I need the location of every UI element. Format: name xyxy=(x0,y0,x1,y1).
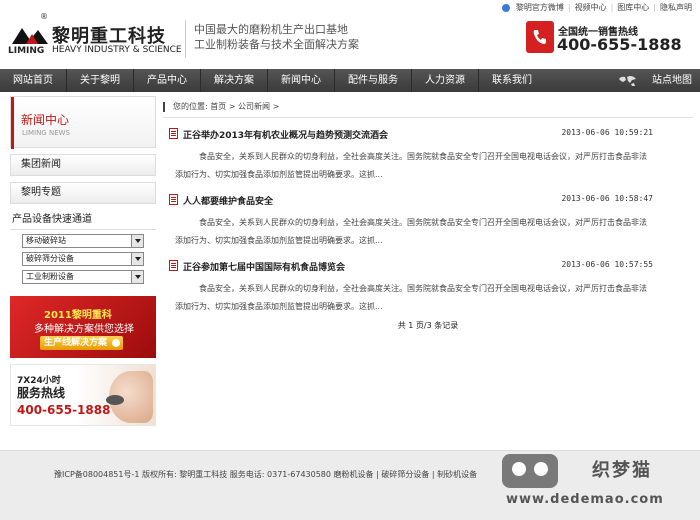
hotline-number: 400-655-1888 xyxy=(557,35,682,54)
ad-service-number: 400-655-1888 xyxy=(17,403,111,417)
nav-item-about[interactable]: 关于黎明 xyxy=(67,69,134,92)
sidebar-news-title: 新闻中心 xyxy=(21,113,70,127)
video-center-link[interactable]: 视频中心 xyxy=(575,2,607,13)
news-date: 2013-06-06 10:57:55 xyxy=(561,260,653,269)
news-list-item: 正谷举办2013年有机农业概况与趋势预测交流酒会 2013-06-06 10:5… xyxy=(163,126,693,184)
select-value: 工业制粉设备 xyxy=(26,272,74,281)
nav-item-hr[interactable]: 人力资源 xyxy=(412,69,479,92)
sidebar-news-header: 新闻中心 LIMING NEWS xyxy=(10,96,156,149)
ad-subtitle: 多种解决方案供您选择 xyxy=(34,324,134,335)
news-summary: 食品安全，关系到人民群众的切身利益，全社会高度关注。国务院就食品安全专门召开全国… xyxy=(175,284,647,311)
watermark-url: www.dedemao.com xyxy=(506,492,664,507)
weibo-icon xyxy=(501,3,510,12)
nav-item-products[interactable]: 产品中心 xyxy=(134,69,201,92)
sitemap-link-group: 站点地图 xyxy=(618,69,692,92)
solutions-ad-banner[interactable]: 2011黎明重科 多种解决方案供您选择 生产线解决方案 xyxy=(10,296,156,358)
watermark-name: 织梦猫 xyxy=(592,460,652,481)
news-summary: 食品安全，关系到人民群众的切身利益，全社会高度关注。国务院就食品安全专门召开全国… xyxy=(175,218,647,245)
logo-english-name: HEAVY INDUSTRY & SCIENCE xyxy=(52,45,182,55)
privacy-link[interactable]: 隐私声明 xyxy=(660,2,692,13)
news-list-item: 人人都要维护食品安全 2013-06-06 10:58:47 食品安全，关系到人… xyxy=(163,192,693,250)
site-logo[interactable]: ® 黎明重工科技 LIMING HEAVY INDUSTRY & SCIENCE xyxy=(8,12,183,58)
news-title-row: 正谷参加第七届中国国际有机食品博览会 2013-06-06 10:57:55 xyxy=(163,258,693,273)
select-mobile-crusher[interactable]: 移动破碎站 xyxy=(22,234,144,248)
gallery-center-link[interactable]: 图库中心 xyxy=(617,2,649,13)
separator: | xyxy=(567,3,571,12)
select-value: 破碎筛分设备 xyxy=(26,254,74,263)
globe-icon xyxy=(619,75,636,86)
select-value: 移动破碎站 xyxy=(26,236,66,245)
registered-mark: ® xyxy=(40,12,48,21)
news-date: 2013-06-06 10:58:47 xyxy=(561,194,653,203)
ad-title: 2011黎明重科 xyxy=(44,310,112,321)
nav-item-home[interactable]: 网站首页 xyxy=(0,69,67,92)
header-divider xyxy=(185,20,186,58)
main-nav: 网站首页 关于黎明 产品中心 解决方案 新闻中心 配件与服务 人力资源 联系我们… xyxy=(0,69,700,92)
headset-mic-icon xyxy=(106,395,124,405)
news-title-row: 正谷举办2013年有机农业概况与趋势预测交流酒会 2013-06-06 10:5… xyxy=(163,126,693,141)
nav-item-contact[interactable]: 联系我们 xyxy=(479,69,545,92)
header-slogan: 中国最大的磨粉机生产出口基地 工业制粉装备与技术全面解决方案 xyxy=(194,22,359,52)
cat-logo-icon xyxy=(502,454,558,488)
ad-solutions-button[interactable]: 生产线解决方案 xyxy=(40,336,124,350)
accent-bar xyxy=(11,97,14,149)
sidebar: 新闻中心 LIMING NEWS 集团新闻 黎明专题 产品设备快速通道 移动破碎… xyxy=(10,96,156,426)
phone-icon xyxy=(526,21,554,53)
news-title-link[interactable]: 正谷举办2013年有机农业概况与趋势预测交流酒会 xyxy=(183,128,388,141)
sidebar-item-special[interactable]: 黎明专题 xyxy=(10,182,156,204)
nav-item-solutions[interactable]: 解决方案 xyxy=(201,69,268,92)
sales-hotline: 全国统一销售热线 400-655-1888 xyxy=(526,21,696,55)
weibo-link[interactable]: 黎明官方微博 xyxy=(516,2,564,13)
news-date: 2013-06-06 10:59:21 xyxy=(561,128,653,137)
document-icon xyxy=(169,260,178,271)
document-icon xyxy=(169,194,178,205)
logo-english-left: LIMING xyxy=(8,46,45,56)
quick-channel-title: 产品设备快速通道 xyxy=(10,210,156,230)
nav-item-parts-service[interactable]: 配件与服务 xyxy=(335,69,412,92)
chevron-down-icon[interactable] xyxy=(131,253,143,265)
service-hotline-ad[interactable]: 7X24小时 服务热线 400-655-1888 xyxy=(10,364,156,426)
footer-copyright: 豫ICP备08004851号-1 版权所有: 黎明重工科技 服务电话: 0371… xyxy=(54,470,478,479)
main-content: 您的位置: 首页 > 公司新闻 > 正谷举办2013年有机农业概况与趋势预测交流… xyxy=(163,96,693,334)
news-title-row: 人人都要维护食品安全 2013-06-06 10:58:47 xyxy=(163,192,693,207)
separator: | xyxy=(610,3,614,12)
site-header: ® 黎明重工科技 LIMING HEAVY INDUSTRY & SCIENCE… xyxy=(0,0,700,68)
news-summary: 食品安全，关系到人民群众的切身利益，全社会高度关注。国务院就食品安全专门召开全国… xyxy=(175,152,647,179)
sidebar-news-subtitle: LIMING NEWS xyxy=(22,129,70,137)
pagination: 共 1 页/3 条记录 xyxy=(397,321,459,330)
sidebar-item-group-news[interactable]: 集团新闻 xyxy=(10,154,156,176)
watermark: 织梦猫 www.dedemao.com xyxy=(496,448,700,520)
news-title-link[interactable]: 人人都要维护食品安全 xyxy=(183,194,273,207)
chevron-down-icon[interactable] xyxy=(131,235,143,247)
select-crushing-screening[interactable]: 破碎筛分设备 xyxy=(22,252,144,266)
breadcrumb[interactable]: 您的位置: 首页 > 公司新闻 > xyxy=(163,96,693,118)
nav-item-news[interactable]: 新闻中心 xyxy=(268,69,335,92)
top-links: 黎明官方微博 | 视频中心 | 图库中心 | 隐私声明 xyxy=(501,2,692,13)
chevron-down-icon[interactable] xyxy=(131,271,143,283)
news-list-item: 正谷参加第七届中国国际有机食品博览会 2013-06-06 10:57:55 食… xyxy=(163,258,693,316)
slogan-line-1: 中国最大的磨粉机生产出口基地 xyxy=(194,23,348,36)
separator: | xyxy=(653,3,656,12)
sitemap-link[interactable]: 站点地图 xyxy=(652,69,692,92)
select-industrial-milling[interactable]: 工业制粉设备 xyxy=(22,270,144,284)
news-title-link[interactable]: 正谷参加第七届中国国际有机食品博览会 xyxy=(183,260,345,273)
slogan-line-2: 工业制粉装备与技术全面解决方案 xyxy=(194,38,359,51)
document-icon xyxy=(169,128,178,139)
ad-service-label: 服务热线 xyxy=(17,386,66,400)
